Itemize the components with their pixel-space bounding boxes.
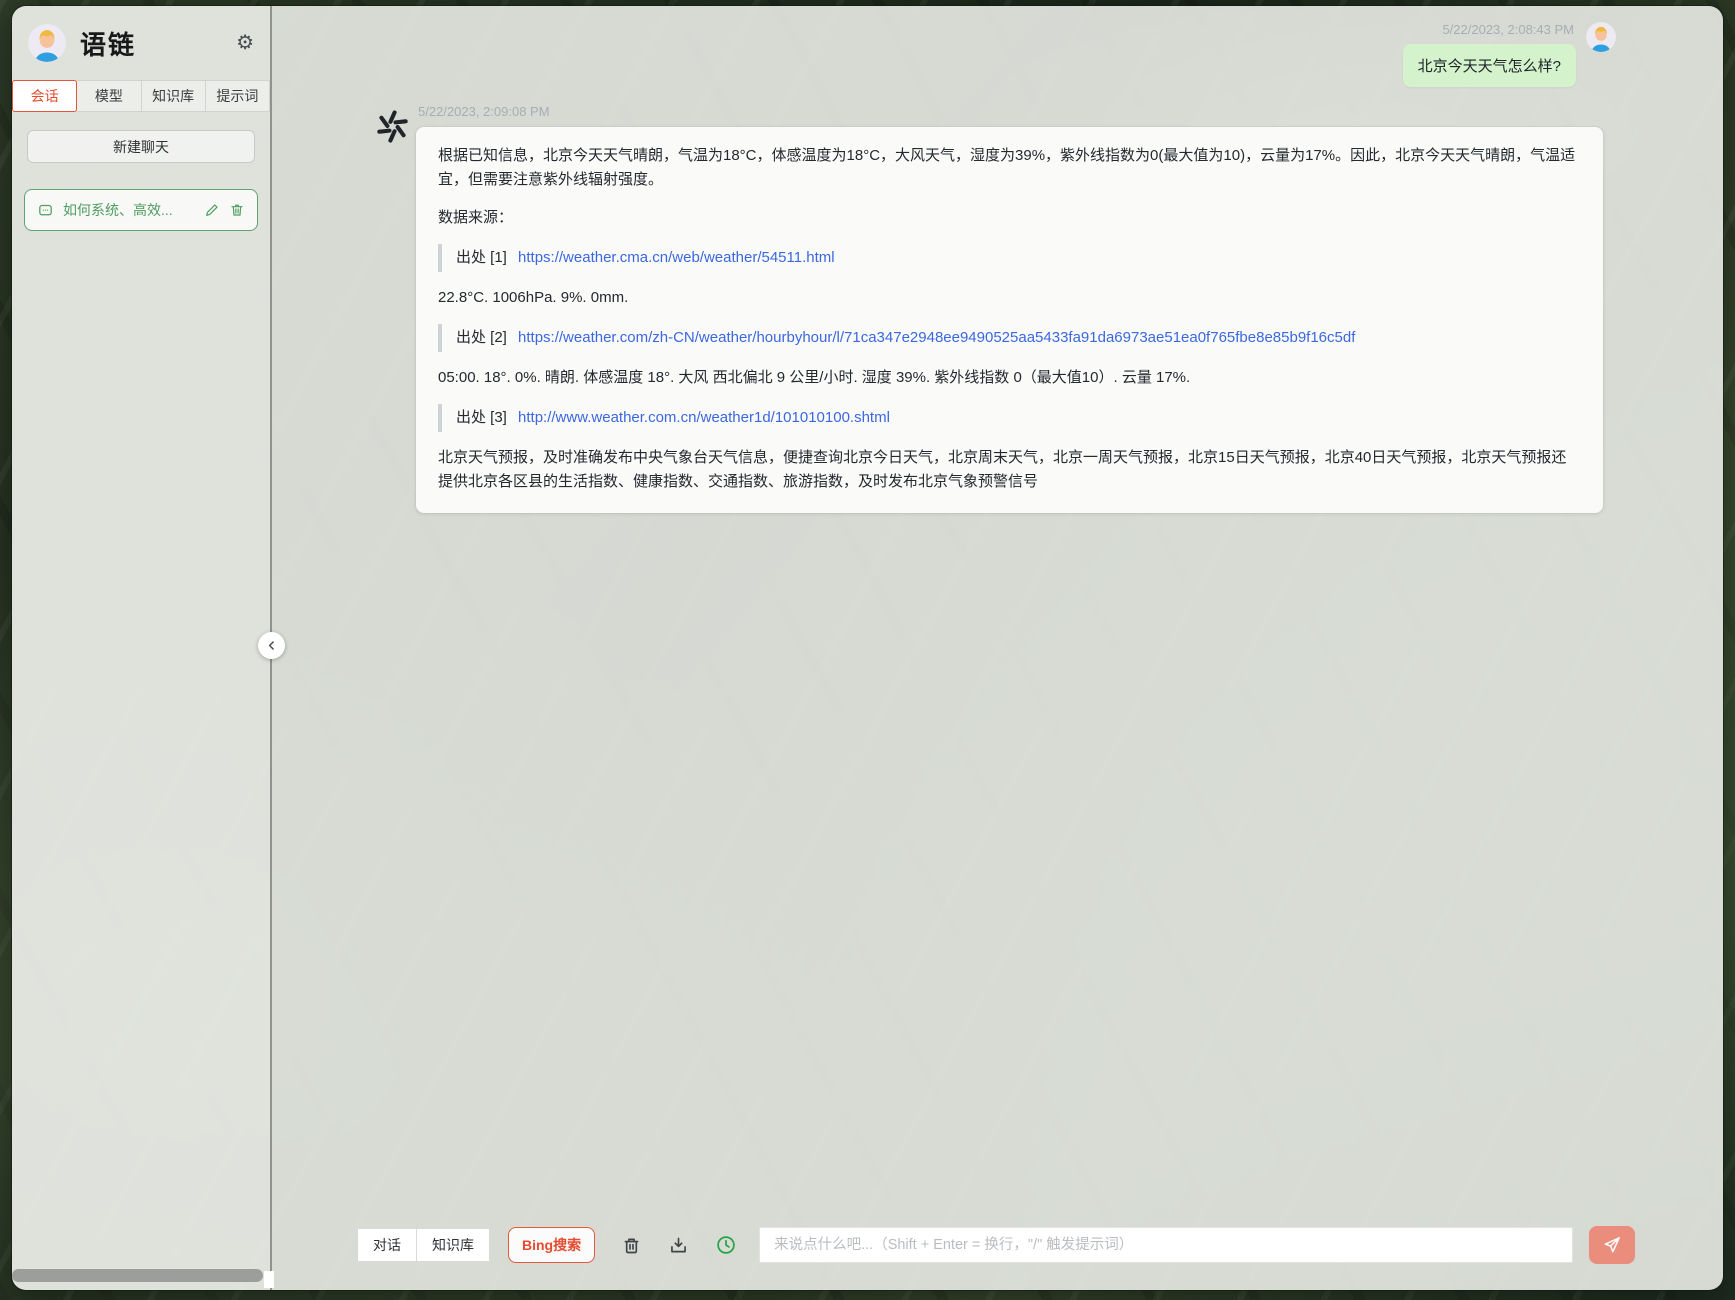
sidebar-header: 语链 ⚙ xyxy=(24,24,258,78)
composer-bar: 对话 知识库 Bing搜索 xyxy=(357,1226,1635,1264)
citation-link[interactable]: http://www.weather.com.cn/weather1d/1010… xyxy=(518,409,890,426)
app-title: 语链 xyxy=(80,29,137,60)
sources-label: 数据来源： xyxy=(438,209,514,226)
assistant-message-card: 根据已知信息，北京今天天气晴朗，气温为18°C，体感温度为18°C，大风天气，湿… xyxy=(416,127,1603,513)
openai-logo-icon xyxy=(374,108,411,150)
user-message-bubble: 北京今天天气怎么样? xyxy=(1402,44,1576,87)
tab-conversations[interactable]: 会话 xyxy=(12,80,78,112)
message-input[interactable] xyxy=(759,1227,1573,1263)
tab-prompts[interactable]: 提示词 xyxy=(204,80,270,112)
citation-note-3: 北京天气预报，及时准确发布中央气象台天气信息，便捷查询北京今日天气，北京周末天气… xyxy=(438,449,1567,490)
edit-pencil-icon[interactable] xyxy=(204,202,220,218)
citation-blockquote-1: 出处 [1] https://weather.cma.cn/web/weathe… xyxy=(438,244,1581,272)
chat-area: 5/22/2023, 2:08:43 PM 北京今天天气怎么样? 5/22/20… xyxy=(272,6,1723,1290)
download-export-icon[interactable] xyxy=(668,1235,689,1256)
mode-knowledge-button[interactable]: 知识库 xyxy=(416,1228,490,1262)
chevron-left-icon xyxy=(268,641,274,650)
assistant-message-row: 5/22/2023, 2:09:08 PM 根据已知信息，北京今天天气晴朗，气温… xyxy=(374,104,1603,513)
scrollbar-corner xyxy=(264,1271,274,1288)
conversation-title: 如何系统、高效... xyxy=(63,202,173,218)
citation-note-1: 22.8°C. 1006hPa. 9%. 0mm. xyxy=(438,289,629,306)
delete-trash-icon[interactable] xyxy=(229,202,245,218)
new-chat-button[interactable]: 新建聊天 xyxy=(27,130,255,163)
clear-conversation-trash-icon[interactable] xyxy=(621,1235,642,1256)
mode-segmented-buttons: 对话 知识库 xyxy=(357,1228,490,1262)
send-button[interactable] xyxy=(1589,1226,1635,1264)
sidebar-collapse-button[interactable] xyxy=(258,632,285,659)
sidebar-tabs: 会话 模型 知识库 提示词 xyxy=(12,80,270,112)
citation-blockquote-3: 出处 [3] http://www.weather.com.cn/weather… xyxy=(438,404,1581,432)
person-avatar-icon xyxy=(1586,22,1616,52)
citation-note-2: 05:00. 18°. 0%. 晴朗. 体感温度 18°. 大风 西北偏北 9 … xyxy=(438,369,1191,386)
citation-ref: 出处 [1] xyxy=(456,249,507,266)
paper-plane-icon xyxy=(1604,1237,1620,1253)
settings-gear-icon[interactable]: ⚙ xyxy=(236,33,254,53)
profile-avatar[interactable] xyxy=(28,24,66,62)
citation-link[interactable]: https://weather.cma.cn/web/weather/54511… xyxy=(518,249,835,266)
person-avatar-icon xyxy=(28,24,66,62)
citation-blockquote-2: 出处 [2] https://weather.com/zh-CN/weather… xyxy=(438,324,1581,352)
user-message-timestamp: 5/22/2023, 2:08:43 PM xyxy=(1442,22,1574,37)
mode-chat-button[interactable]: 对话 xyxy=(357,1228,417,1262)
app-window: 语链 ⚙ 会话 模型 知识库 提示词 新建聊天 如何系统、高效... 5/22/… xyxy=(12,6,1723,1290)
sidebar-horizontal-scrollbar[interactable] xyxy=(12,1269,263,1282)
citation-ref: 出处 [2] xyxy=(456,329,507,346)
bing-search-toggle[interactable]: Bing搜索 xyxy=(508,1227,596,1263)
tab-models[interactable]: 模型 xyxy=(76,80,142,112)
user-avatar xyxy=(1586,22,1616,52)
citation-link[interactable]: https://weather.com/zh-CN/weather/hourby… xyxy=(518,329,1355,346)
history-clock-icon[interactable] xyxy=(715,1234,737,1256)
assistant-intro-paragraph: 根据已知信息，北京今天天气晴朗，气温为18°C，体感温度为18°C，大风天气，湿… xyxy=(438,147,1576,188)
conversation-list-item[interactable]: 如何系统、高效... xyxy=(24,189,258,231)
sidebar: 语链 ⚙ 会话 模型 知识库 提示词 新建聊天 如何系统、高效... xyxy=(12,6,270,1290)
tab-knowledge-base[interactable]: 知识库 xyxy=(140,80,206,112)
user-message-row: 5/22/2023, 2:08:43 PM 北京今天天气怎么样? xyxy=(1402,22,1616,87)
assistant-message-timestamp: 5/22/2023, 2:09:08 PM xyxy=(418,104,550,119)
chat-bubble-icon xyxy=(37,202,54,219)
citation-ref: 出处 [3] xyxy=(456,409,507,426)
